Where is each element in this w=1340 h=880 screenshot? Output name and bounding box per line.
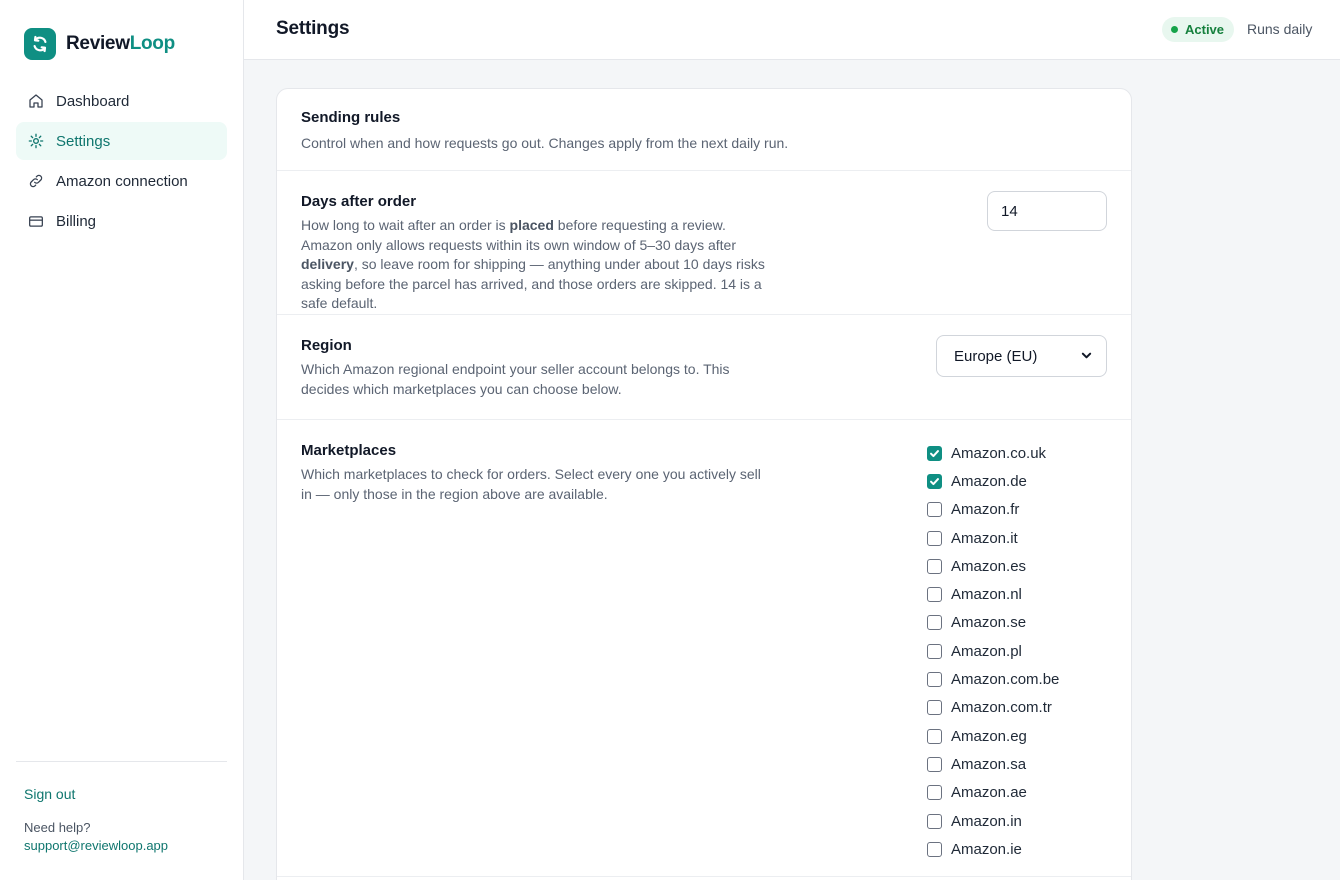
checkbox-unchecked[interactable] [927,841,942,857]
sidebar-item-label: Dashboard [56,92,130,110]
status-dot-icon [1171,26,1178,33]
schedule-text: Runs daily [1247,21,1313,37]
checkbox-unchecked[interactable] [927,785,942,801]
support-email-link[interactable]: support@reviewloop.app [24,838,168,853]
checkmark-icon [930,449,939,457]
sidebar-item-settings[interactable]: Settings [16,122,227,160]
marketplace-option[interactable]: Amazon.de [927,467,1107,495]
region-description: Which Amazon regional endpoint your sell… [301,361,730,397]
days-after-order-title: Days after order [301,193,417,210]
marketplace-label: Amazon.se [951,614,1027,632]
brand[interactable]: ReviewLoop [24,28,175,60]
marketplace-label: Amazon.pl [951,642,1022,660]
marketplace-label: Amazon.fr [951,501,1020,519]
page-title: Settings [276,18,350,39]
sending-rules-card: Sending rules Control when and how reque… [276,88,1132,880]
marketplace-label: Amazon.eg [951,727,1027,745]
checkbox-checked[interactable] [927,473,942,489]
checkbox-unchecked[interactable] [927,756,942,772]
marketplaces-row: Marketplaces Which marketplaces to check… [277,420,1131,877]
sidebar-item-dashboard[interactable]: Dashboard [16,82,227,120]
home-icon [28,93,44,109]
marketplace-option[interactable]: Amazon.it [927,524,1107,552]
marketplace-option[interactable]: Amazon.pl [927,637,1107,665]
marketplace-option[interactable]: Amazon.ae [927,779,1107,807]
checkbox-unchecked[interactable] [927,502,942,518]
marketplace-label: Amazon.ie [951,840,1022,858]
desc-text: , so leave room for shipping — anything … [301,256,765,311]
days-after-order-row: Days after order How long to wait after … [277,171,1131,315]
marketplace-label: Amazon.it [951,529,1018,547]
region-select[interactable]: Europe (EU) [936,335,1107,377]
marketplace-option[interactable]: Amazon.co.uk [927,439,1107,467]
card-title: Sending rules [301,109,401,126]
checkbox-unchecked[interactable] [927,728,942,744]
checkbox-unchecked[interactable] [927,615,942,631]
credit-card-icon [28,213,44,229]
marketplace-option[interactable]: Amazon.es [927,552,1107,580]
marketplace-label: Amazon.co.uk [951,444,1047,462]
region-row: Region Which Amazon regional endpoint yo… [277,315,1131,420]
marketplaces-description: Which marketplaces to check for orders. … [301,466,761,502]
checkbox-unchecked[interactable] [927,587,942,603]
refresh-loop-icon [24,28,56,60]
marketplace-option[interactable]: Amazon.com.tr [927,694,1107,722]
desc-text: How long to wait after an order is [301,217,510,233]
marketplace-label: Amazon.com.be [951,671,1060,689]
marketplace-label: Amazon.de [951,472,1027,490]
marketplace-option[interactable]: Amazon.ie [927,835,1107,863]
days-after-order-description: How long to wait after an order is place… [301,216,771,314]
marketplace-option[interactable]: Amazon.com.be [927,665,1107,693]
marketplace-label: Amazon.ae [951,784,1027,802]
checkbox-unchecked[interactable] [927,643,942,659]
sidebar-item-label: Billing [56,212,97,230]
sidebar-item-label: Amazon connection [56,172,188,190]
sidebar-footer: Sign out Need help? support@reviewloop.a… [16,761,227,853]
marketplace-option[interactable]: Amazon.eg [927,722,1107,750]
days-after-order-input[interactable] [987,191,1107,231]
status-badge: Active [1162,17,1235,42]
marketplace-label: Amazon.sa [951,755,1027,773]
gear-icon [28,133,44,149]
chevron-down-icon [1081,348,1092,365]
brand-name-part2: Loop [129,33,176,54]
marketplace-option[interactable]: Amazon.in [927,807,1107,835]
desc-emphasis-placed: placed [509,217,554,233]
card-header: Sending rules Control when and how reque… [277,89,1131,171]
sidebar-item-billing[interactable]: Billing [16,202,227,240]
checkbox-unchecked[interactable] [927,700,942,716]
brand-name: ReviewLoop [66,33,175,55]
marketplace-option[interactable]: Amazon.sa [927,750,1107,778]
help-label: Need help? [24,820,91,835]
marketplace-label: Amazon.com.tr [951,699,1052,717]
sidebar-nav: Dashboard Settings Amazon connection Bil… [16,82,227,242]
sidebar: ReviewLoop Dashboard Settings Amazon con… [0,0,244,880]
marketplace-checkbox-list: Amazon.co.uk Amazon.de Amazon.fr Amazon.it A… [927,439,1107,863]
marketplace-option[interactable]: Amazon.nl [927,580,1107,608]
status-label: Active [1185,22,1225,37]
region-title: Region [301,337,352,354]
sidebar-item-amazon-connection[interactable]: Amazon connection [16,162,227,200]
checkbox-checked[interactable] [927,445,942,461]
sign-out-link[interactable]: Sign out [24,786,75,802]
checkbox-unchecked[interactable] [927,530,942,546]
marketplaces-title: Marketplaces [301,442,397,459]
marketplace-option[interactable]: Amazon.fr [927,496,1107,524]
region-select-value: Europe (EU) [954,347,1038,365]
marketplace-option[interactable]: Amazon.se [927,609,1107,637]
top-header: Settings Active Runs daily [244,0,1340,60]
checkmark-icon [930,478,939,486]
brand-name-part1: Review [66,33,130,54]
marketplace-label: Amazon.in [951,812,1022,830]
desc-emphasis-delivery: delivery [301,256,354,272]
card-subtitle: Control when and how requests go out. Ch… [301,135,789,151]
checkbox-unchecked[interactable] [927,672,942,688]
sidebar-item-label: Settings [56,132,111,150]
checkbox-unchecked[interactable] [927,813,942,829]
link-icon [28,173,44,189]
checkbox-unchecked[interactable] [927,558,942,574]
marketplace-label: Amazon.es [951,557,1027,575]
marketplace-label: Amazon.nl [951,586,1022,604]
